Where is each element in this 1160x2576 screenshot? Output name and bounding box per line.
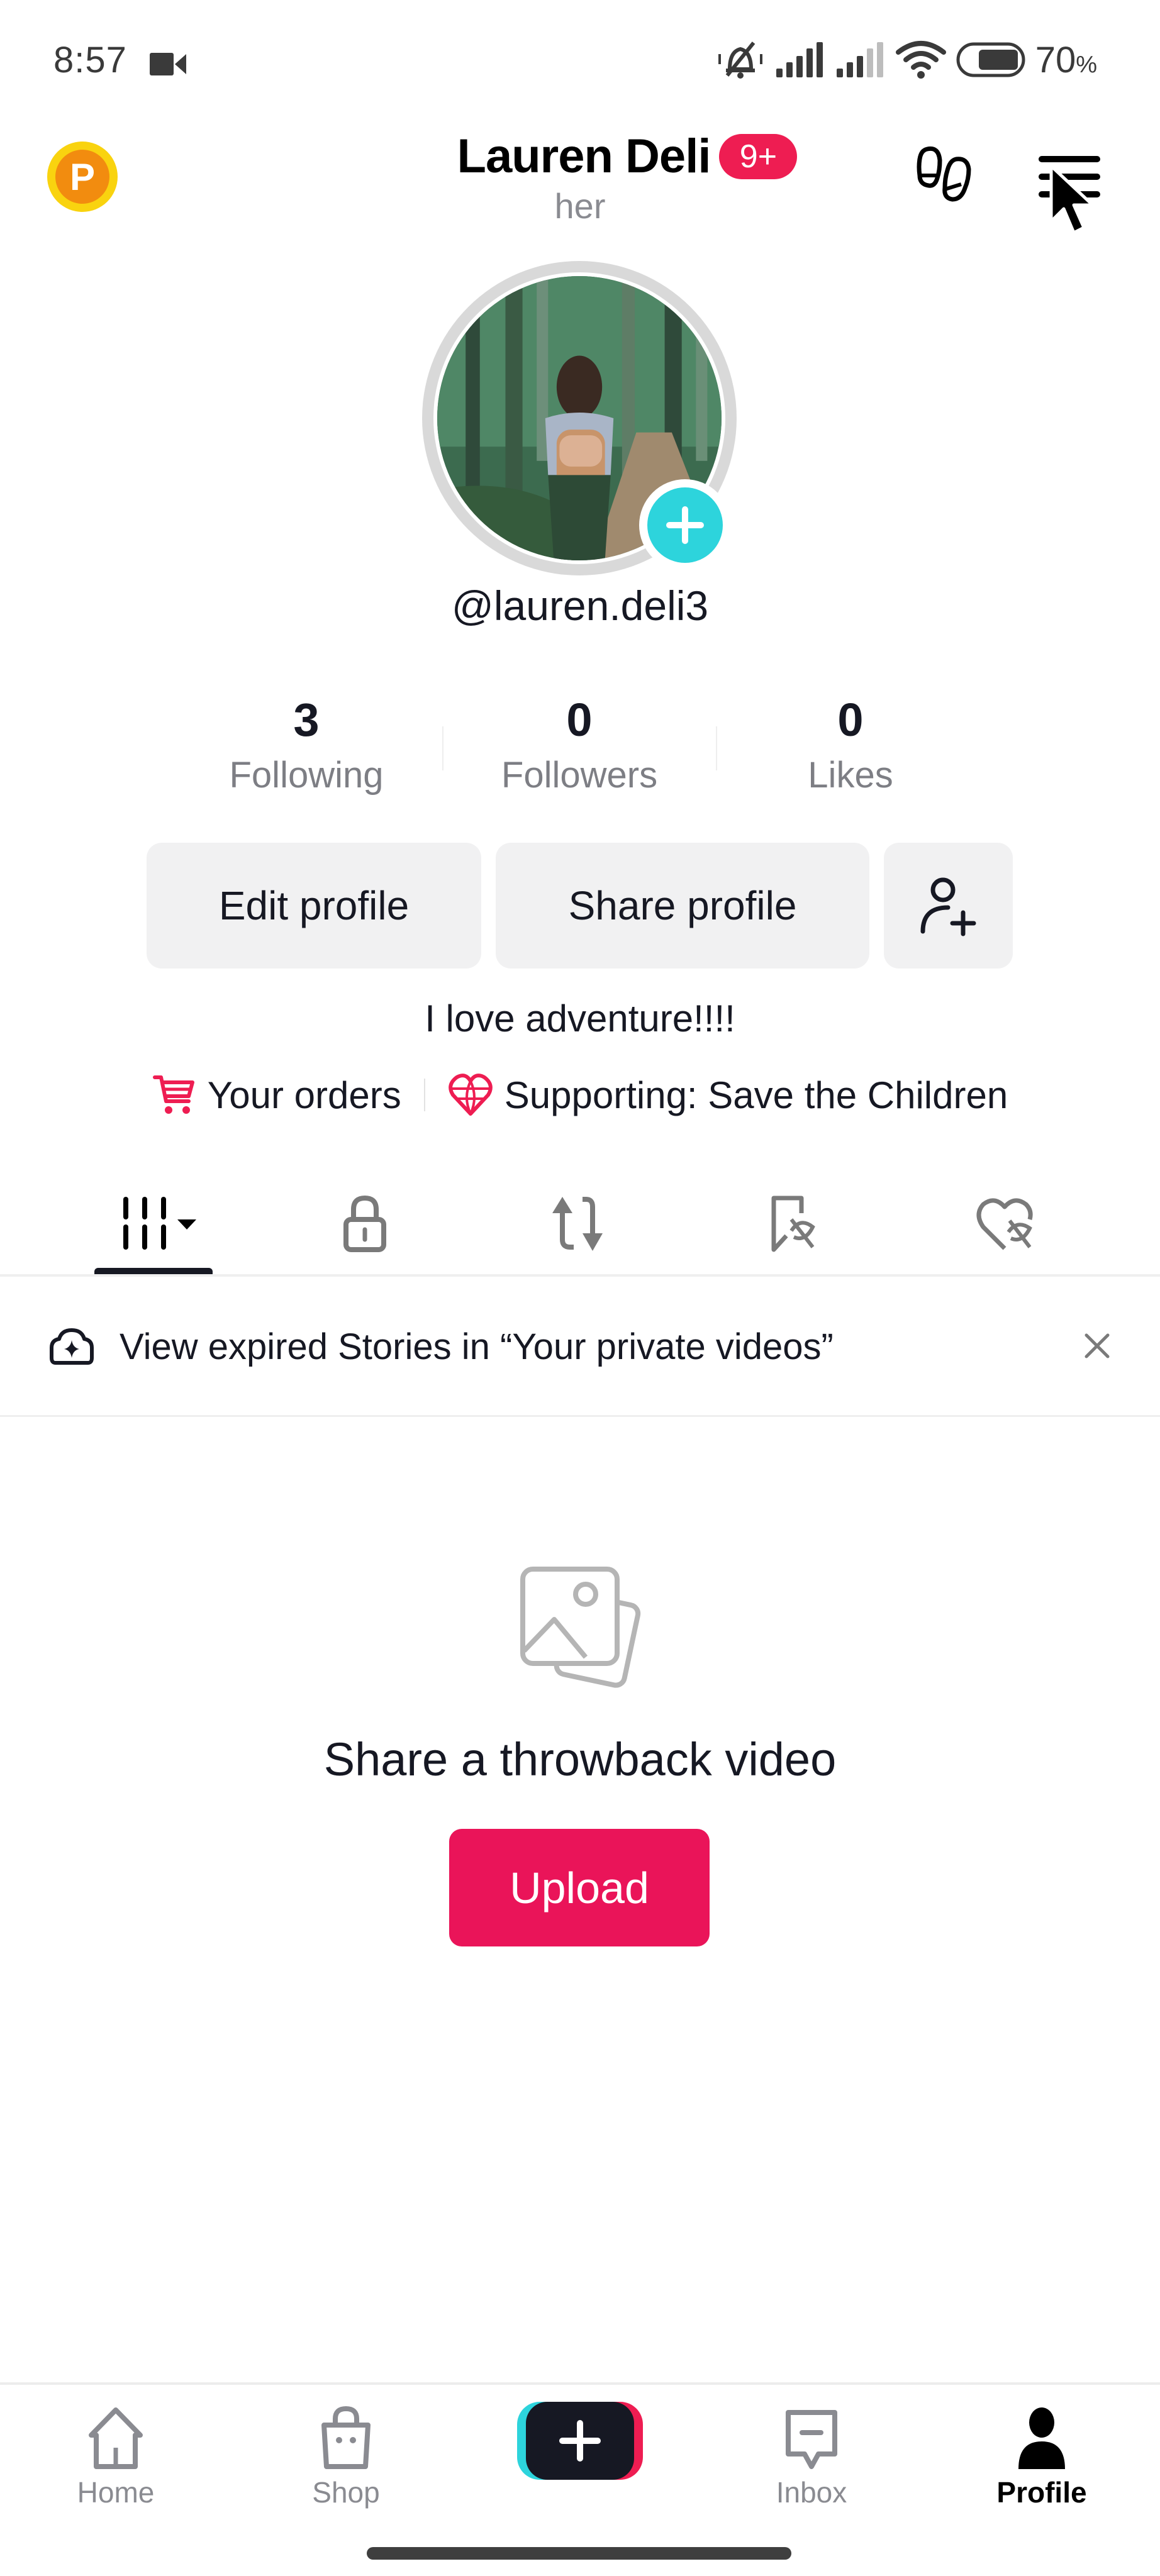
supporting-label: Supporting: Save the Children (504, 1074, 1008, 1116)
bookmark-hidden-icon (771, 1196, 815, 1252)
nav-shop[interactable]: Shop (252, 2385, 440, 2511)
video-recording-icon (150, 53, 186, 75)
cart-icon (152, 1075, 194, 1114)
supporting-link[interactable]: Supporting: Save the Children (448, 1072, 1008, 1118)
profile-tabs (0, 1176, 1160, 1277)
stat-likes[interactable]: 0 Likes (725, 689, 976, 796)
nav-profile[interactable]: Profile (947, 2385, 1136, 2511)
status-time: 8:57 (53, 40, 127, 80)
stat-value: 3 (293, 694, 320, 746)
lock-icon (343, 1195, 386, 1252)
stat-followers[interactable]: 0 Followers (454, 689, 705, 796)
battery-icon (956, 42, 1025, 77)
nav-label: Profile (996, 2476, 1087, 2509)
your-orders-link[interactable]: Your orders (152, 1072, 401, 1118)
profile-name-row[interactable]: Lauren Deli 9+ (0, 129, 1160, 184)
tab-private[interactable] (302, 1176, 428, 1270)
create-button[interactable] (517, 2399, 643, 2482)
wifi-icon (895, 41, 946, 79)
heart-hidden-icon (976, 1198, 1033, 1250)
battery-percent: 70% (1035, 39, 1097, 80)
profile-links: Your orders Supporting: Save the Childre… (0, 1072, 1160, 1118)
shopping-bag-icon (321, 2406, 371, 2469)
stat-label: Followers (501, 755, 658, 796)
mouse-cursor-icon (1049, 164, 1095, 235)
grid-icon (123, 1197, 196, 1250)
expired-stories-banner[interactable]: View expired Stories in “Your private vi… (0, 1277, 1160, 1416)
banner-close-button[interactable] (1072, 1321, 1122, 1371)
status-icons: 70% (716, 38, 1097, 82)
inbox-icon (786, 2410, 837, 2469)
stat-value: 0 (566, 694, 593, 746)
pronouns: her (554, 186, 606, 226)
stat-label: Likes (808, 755, 893, 796)
nav-home[interactable]: Home (21, 2385, 210, 2511)
heart-globe-icon (448, 1074, 493, 1116)
empty-state-title: Share a throwback video (323, 1733, 837, 1785)
signal-sim1-icon (776, 42, 823, 77)
stat-divider (442, 726, 443, 770)
display-name[interactable]: Lauren Deli (457, 129, 711, 184)
edit-profile-button[interactable]: Edit profile (147, 843, 481, 969)
stat-label: Following (229, 755, 384, 796)
cloud-sparkle-icon (50, 1328, 94, 1365)
close-icon (1085, 1333, 1110, 1358)
stat-value: 0 (837, 694, 864, 746)
notification-badge: 9+ (719, 133, 798, 179)
add-avatar-button[interactable] (639, 479, 731, 571)
link-separator (423, 1079, 425, 1111)
stat-divider (716, 726, 717, 770)
nav-label: Inbox (776, 2476, 847, 2509)
bio: I love adventure!!!! (425, 997, 735, 1040)
footprints-icon[interactable] (911, 142, 980, 217)
tab-videos[interactable] (91, 1176, 216, 1270)
repost-icon (552, 1197, 603, 1251)
banner-divider (0, 1415, 1160, 1417)
tab-liked[interactable] (944, 1176, 1069, 1270)
share-profile-button[interactable]: Share profile (496, 843, 869, 969)
plus-icon (666, 506, 704, 544)
profile-icon (1018, 2407, 1065, 2469)
nav-label: Shop (312, 2476, 380, 2509)
nav-label: Home (77, 2476, 155, 2509)
silent-bell-icon (718, 42, 762, 79)
home-icon (89, 2407, 143, 2469)
tab-favorites[interactable] (731, 1176, 857, 1270)
add-friends-button[interactable] (884, 843, 1013, 969)
nav-inbox[interactable]: Inbox (717, 2385, 906, 2511)
photo-stack-icon (520, 1567, 641, 1688)
add-user-icon (920, 877, 976, 936)
tab-reposts[interactable] (515, 1176, 640, 1270)
upload-button[interactable]: Upload (449, 1829, 710, 1946)
stat-following[interactable]: 3 Following (181, 689, 432, 796)
home-indicator[interactable] (367, 2547, 791, 2560)
username: @lauren.deli3 (451, 582, 709, 629)
banner-text: View expired Stories in “Your private vi… (120, 1326, 834, 1367)
profile-stats: 3 Following 0 Followers 0 Likes (0, 689, 1160, 814)
your-orders-label: Your orders (207, 1074, 401, 1116)
signal-sim2-icon (836, 42, 883, 77)
